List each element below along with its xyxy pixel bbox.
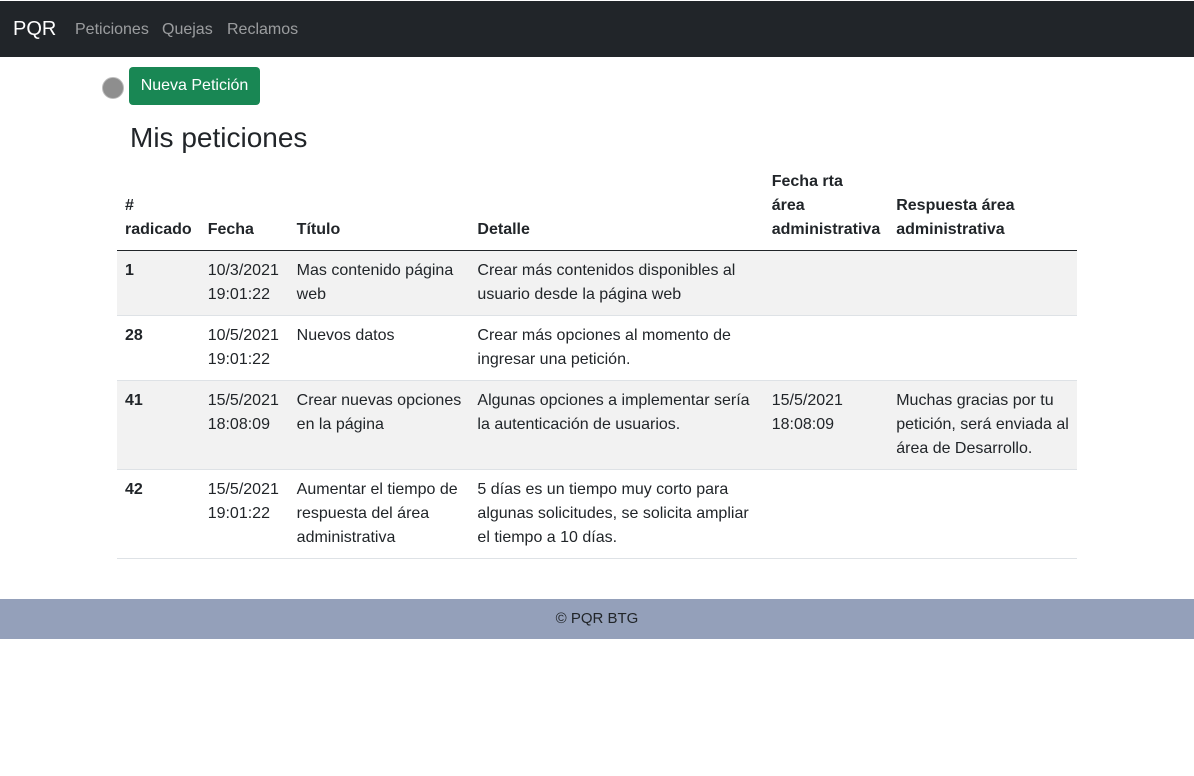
cell-response-date-time: 18:08:09 [771, 416, 835, 433]
new-request-button[interactable]: Nueva Petición [129, 67, 260, 105]
cell-title: Nuevos datos [288, 315, 470, 381]
cell-date: 15/5/2021 19:01:22 [199, 469, 289, 559]
nav-link-reclamos[interactable]: Reclamos [227, 20, 298, 40]
header-response-date-line1: Fecha rta área [771, 173, 843, 214]
top-navbar: PQR Peticiones Quejas Reclamos [0, 0, 1194, 57]
header-response-date-line2: administrativa [771, 221, 881, 238]
table-row: 1 10/3/2021 19:01:22 Mas contenido página… [117, 250, 1077, 316]
cell-detail: Algunas opciones a implementar sería la … [469, 380, 764, 470]
cell-response [888, 469, 1077, 559]
cell-response [888, 315, 1077, 381]
cell-detail: Crear más opciones al momento de ingresa… [469, 315, 764, 381]
nav-link-quejas[interactable]: Quejas [162, 20, 213, 40]
cell-date: 15/5/2021 18:08:09 [199, 380, 289, 470]
cell-date-time: 19:01:22 [207, 505, 270, 522]
footer: © PQR BTG [0, 599, 1194, 639]
requests-table: # radicado Fecha Título Detalle Fecha rt… [117, 170, 1077, 559]
header-title: Título [288, 170, 470, 251]
cell-id: 41 [117, 380, 200, 470]
cell-date-day: 15/5/2021 [207, 481, 279, 498]
cell-date-time: 19:01:22 [207, 286, 270, 303]
cell-response-date: 15/5/2021 18:08:09 [763, 380, 889, 470]
status-circle-icon[interactable] [102, 77, 124, 99]
cell-date-time: 19:01:22 [207, 351, 270, 368]
cell-response-date [763, 469, 889, 559]
cell-id: 1 [117, 250, 200, 316]
cell-id: 28 [117, 315, 200, 381]
footer-copyright: © PQR BTG [555, 610, 639, 627]
cell-detail: 5 días es un tiempo muy corto para algun… [469, 469, 764, 559]
nav-link-peticiones[interactable]: Peticiones [75, 20, 149, 40]
header-date: Fecha [199, 170, 289, 251]
table-row: 41 15/5/2021 18:08:09 Crear nuevas opcion… [117, 380, 1077, 470]
cell-detail: Crear más contenidos disponibles al usua… [469, 250, 764, 316]
cell-response: Muchas gracias por tu petición, será env… [888, 380, 1077, 470]
cell-title: Mas contenido página web [288, 250, 470, 316]
header-id-line2: radicado [125, 221, 192, 238]
cell-response-date [763, 250, 889, 316]
table-header-row: # radicado Fecha Título Detalle Fecha rt… [117, 170, 1077, 251]
cell-date-day: 10/5/2021 [207, 327, 279, 344]
header-id-line1: # [125, 197, 134, 214]
header-id: # radicado [117, 170, 200, 251]
header-response-date: Fecha rta área administrativa [763, 170, 889, 251]
cell-date-day: 10/3/2021 [207, 262, 279, 279]
cell-response [888, 250, 1077, 316]
header-response: Respuesta área administrativa [888, 170, 1077, 251]
page-title: Mis peticiones [130, 122, 308, 153]
cell-date-day: 15/5/2021 [207, 392, 279, 409]
header-detail: Detalle [469, 170, 764, 251]
cell-response-date-day: 15/5/2021 [771, 392, 843, 409]
table-row: 42 15/5/2021 19:01:22 Aumentar el tiempo … [117, 469, 1077, 559]
cell-title: Aumentar el tiempo de respuesta del área… [288, 469, 470, 559]
cell-title: Crear nuevas opciones en la página [288, 380, 470, 470]
table-row: 28 10/5/2021 19:01:22 Nuevos datos Crear … [117, 315, 1077, 381]
cell-date: 10/3/2021 19:01:22 [199, 250, 289, 316]
header-response-line1: Respuesta área [896, 197, 1015, 214]
cell-id: 42 [117, 469, 200, 559]
cell-date-time: 18:08:09 [207, 416, 270, 433]
cell-date: 10/5/2021 19:01:22 [199, 315, 289, 381]
header-response-line2: administrativa [896, 221, 1005, 238]
cell-response-date [763, 315, 889, 381]
brand-logo-link[interactable]: PQR [13, 17, 56, 41]
